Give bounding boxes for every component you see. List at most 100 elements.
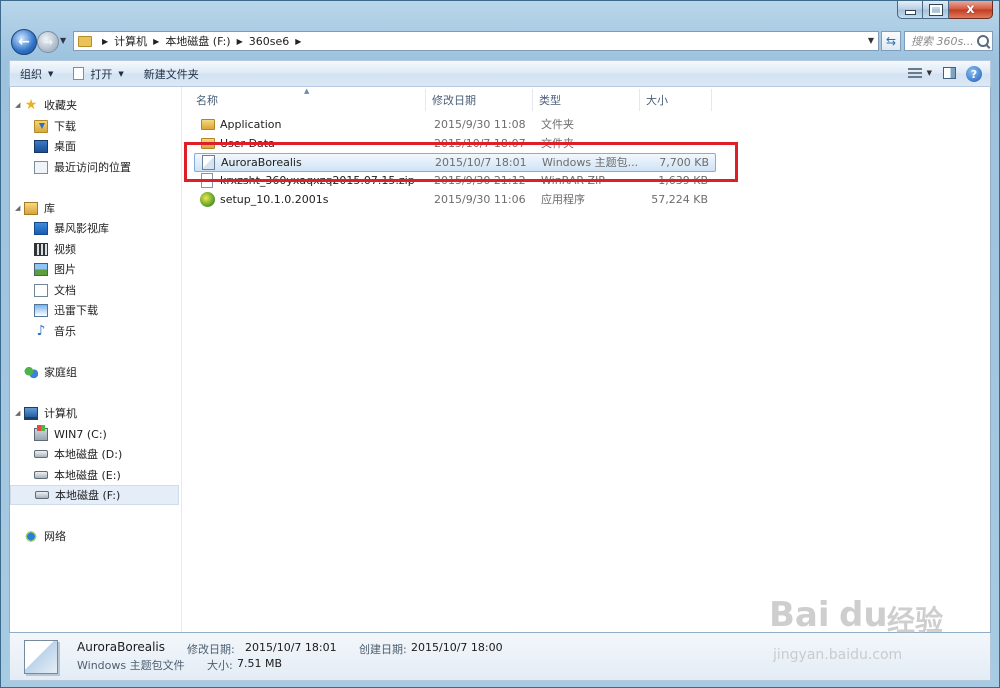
preview-pane-icon[interactable] bbox=[943, 67, 956, 79]
sidebar-item-drive-e[interactable]: 本地磁盘 (E:) bbox=[10, 465, 179, 485]
command-bar: 组织 ▼ 打开 ▼ 新建文件夹 ▼ ? bbox=[9, 60, 991, 87]
details-pane: AuroraBorealis Windows 主题包文件 修改日期: 2015/… bbox=[9, 633, 991, 681]
column-header-name[interactable]: ▲ 名称 bbox=[190, 87, 426, 111]
chevron-right-icon[interactable]: ▶ bbox=[295, 37, 301, 46]
maximize-button[interactable] bbox=[923, 1, 949, 19]
sidebar-item-label: 音乐 bbox=[54, 325, 76, 338]
sidebar-item-label: 本地磁盘 (F:) bbox=[55, 489, 121, 502]
search-icon bbox=[977, 35, 989, 47]
new-folder-button[interactable]: 新建文件夹 bbox=[134, 61, 209, 86]
file-type: WinRAR ZIP bbox=[541, 174, 605, 187]
video-icon bbox=[34, 242, 48, 256]
breadcrumb-360se6[interactable]: 360se6 bbox=[249, 35, 290, 48]
file-type: 文件夹 bbox=[541, 118, 574, 131]
sidebar-item-documents[interactable]: 文档 bbox=[10, 280, 179, 300]
sidebar-item-computer[interactable]: ◢ 计算机 bbox=[10, 403, 179, 423]
close-icon: x bbox=[966, 2, 975, 17]
organize-menu-button[interactable]: 组织 ▼ bbox=[10, 61, 63, 86]
column-header-label: 修改日期 bbox=[432, 94, 476, 107]
forward-button[interactable]: → bbox=[37, 31, 59, 53]
collapse-icon[interactable]: ◢ bbox=[15, 409, 20, 417]
folder-icon bbox=[201, 138, 215, 149]
sidebar-item-thunder-downloads[interactable]: 迅雷下载 bbox=[10, 300, 179, 320]
sidebar-item-libraries[interactable]: ◢ 库 bbox=[10, 198, 179, 218]
file-row[interactable]: setup_10.1.0.2001s 2015/9/30 11:06 应用程序 … bbox=[194, 191, 716, 210]
help-icon[interactable]: ? bbox=[966, 66, 982, 82]
file-size: 7,700 KB bbox=[659, 156, 709, 169]
file-row[interactable]: krxzsht_360yxaqxzq2015.07.15.zip 2015/9/… bbox=[194, 172, 716, 191]
chevron-right-icon[interactable]: ▶ bbox=[237, 37, 243, 46]
minimize-button[interactable] bbox=[897, 1, 923, 19]
address-bar[interactable]: ▶ 计算机 ▶ 本地磁盘 (F:) ▶ 360se6 ▶ ▼ bbox=[73, 31, 879, 51]
column-header-label: 大小 bbox=[646, 94, 668, 107]
details-modified-value: 2015/10/7 18:01 bbox=[245, 641, 337, 654]
hard-drive-icon bbox=[34, 450, 48, 458]
sidebar-item-drive-f[interactable]: 本地磁盘 (F:) bbox=[10, 485, 179, 505]
new-folder-label: 新建文件夹 bbox=[143, 67, 199, 81]
file-row[interactable]: Application 2015/9/30 11:08 文件夹 bbox=[194, 116, 716, 135]
details-size-value: 7.51 MB bbox=[237, 657, 283, 670]
file-row[interactable]: User Data 2015/10/7 18:07 文件夹 bbox=[194, 135, 716, 154]
baofeng-library-icon bbox=[34, 221, 48, 235]
file-list: ▲ 名称 修改日期 类型 大小 Application 2015/9/30 11… bbox=[190, 87, 990, 632]
breadcrumb-computer[interactable]: 计算机 bbox=[114, 33, 147, 49]
sidebar-item-downloads[interactable]: 下载 bbox=[10, 116, 179, 136]
file-date: 2015/10/7 18:01 bbox=[435, 156, 527, 169]
column-header-date[interactable]: 修改日期 bbox=[426, 89, 533, 111]
theme-file-icon bbox=[202, 155, 215, 170]
folder-icon bbox=[78, 35, 92, 47]
sidebar-item-label: 文档 bbox=[54, 284, 76, 297]
file-row[interactable]: AuroraBorealis 2015/10/7 18:01 Windows 主… bbox=[194, 153, 716, 172]
star-icon: ★ bbox=[24, 96, 38, 113]
sidebar-item-music[interactable]: ♪ 音乐 bbox=[10, 321, 179, 341]
open-label: 打开 bbox=[90, 67, 113, 81]
view-options-dropdown[interactable]: ▼ bbox=[927, 69, 932, 77]
refresh-button[interactable]: ⇆ bbox=[881, 31, 901, 51]
breadcrumb-drive-f[interactable]: 本地磁盘 (F:) bbox=[165, 33, 230, 49]
sidebar-item-baofeng-library[interactable]: 暴风影视库 bbox=[10, 218, 179, 238]
chevron-down-icon: ▼ bbox=[48, 69, 54, 78]
recent-places-icon bbox=[34, 160, 48, 174]
back-arrow-icon: ← bbox=[18, 34, 30, 50]
sidebar-item-desktop[interactable]: 桌面 bbox=[10, 136, 179, 156]
address-history-dropdown[interactable]: ▼ bbox=[868, 36, 874, 45]
homegroup-icon bbox=[24, 365, 38, 379]
column-header-type[interactable]: 类型 bbox=[533, 89, 640, 111]
sidebar-item-label: 本地磁盘 (D:) bbox=[54, 448, 123, 461]
chevron-down-icon: ▼ bbox=[118, 69, 124, 78]
chevron-right-icon[interactable]: ▶ bbox=[102, 37, 108, 46]
file-date: 2015/9/30 11:06 bbox=[434, 193, 526, 206]
sidebar-item-label: WIN7 (C:) bbox=[54, 427, 107, 441]
pane-splitter[interactable] bbox=[181, 87, 182, 632]
collapse-icon[interactable]: ◢ bbox=[15, 204, 20, 212]
sidebar-item-recent-places[interactable]: 最近访问的位置 bbox=[10, 157, 179, 177]
file-date: 2015/9/30 11:08 bbox=[434, 118, 526, 131]
sidebar-item-network[interactable]: 网络 bbox=[10, 526, 179, 546]
sidebar-item-label: 视频 bbox=[54, 243, 76, 256]
details-size-label: 大小: bbox=[207, 659, 233, 672]
organize-label: 组织 bbox=[20, 67, 42, 81]
column-header-size[interactable]: 大小 bbox=[640, 89, 712, 111]
search-input[interactable]: 搜索 360s... bbox=[904, 31, 993, 51]
file-name: AuroraBorealis bbox=[221, 156, 302, 169]
sidebar-item-favorites[interactable]: ◢ ★ 收藏夹 bbox=[10, 95, 179, 115]
recent-pages-dropdown[interactable]: ▼ bbox=[60, 36, 66, 45]
sidebar-item-drive-d[interactable]: 本地磁盘 (D:) bbox=[10, 444, 179, 464]
collapse-icon[interactable]: ◢ bbox=[15, 101, 20, 109]
sidebar-item-videos[interactable]: 视频 bbox=[10, 239, 179, 259]
details-file-name: AuroraBorealis bbox=[77, 640, 166, 654]
details-modified-label: 修改日期: bbox=[187, 643, 235, 656]
open-button[interactable]: 打开 ▼ bbox=[63, 61, 133, 86]
back-button[interactable]: ← bbox=[11, 29, 37, 55]
sidebar-item-homegroup[interactable]: 家庭组 bbox=[10, 362, 179, 382]
sidebar-item-pictures[interactable]: 图片 bbox=[10, 259, 179, 279]
close-button[interactable]: x bbox=[949, 1, 993, 19]
chevron-right-icon[interactable]: ▶ bbox=[153, 37, 159, 46]
sidebar-item-label: 下载 bbox=[54, 120, 76, 133]
zip-file-icon bbox=[201, 173, 213, 188]
change-view-icon[interactable] bbox=[908, 68, 922, 79]
open-file-icon bbox=[73, 67, 85, 80]
sidebar-item-drive-c[interactable]: WIN7 (C:) bbox=[10, 424, 179, 444]
sidebar-item-label: 图片 bbox=[54, 263, 76, 276]
downloads-folder-icon bbox=[34, 119, 48, 133]
